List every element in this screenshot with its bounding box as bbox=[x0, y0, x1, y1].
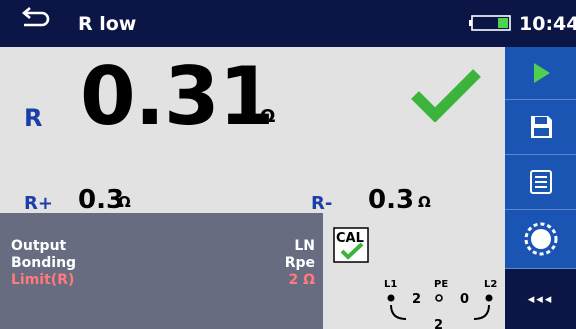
rminus-label: R- bbox=[311, 193, 333, 214]
clock-time: 10:44 bbox=[519, 13, 576, 35]
terminal-pe-label: PE bbox=[434, 279, 448, 290]
cal-icon: CAL bbox=[333, 227, 369, 263]
param-bonding-label: Bonding bbox=[11, 255, 77, 271]
param-limit-label: Limit(R) bbox=[11, 272, 75, 288]
right-toolbar: ◂◂◂ bbox=[505, 47, 576, 329]
terminal-pe-dot bbox=[435, 294, 443, 302]
param-output-value: LN bbox=[294, 238, 315, 254]
rminus-unit: Ω bbox=[418, 193, 431, 211]
r-value: 0.31 bbox=[80, 50, 274, 143]
save-button[interactable] bbox=[505, 100, 576, 155]
param-limit-value: 2 Ω bbox=[288, 272, 315, 288]
play-icon bbox=[533, 63, 550, 83]
terminal-l2-label: L2 bbox=[484, 279, 497, 290]
page-title: R low bbox=[78, 13, 137, 35]
back-arrow-icon[interactable] bbox=[20, 7, 50, 33]
calibrate-icon bbox=[524, 222, 557, 256]
list-icon bbox=[529, 170, 552, 194]
param-output-label: Output bbox=[11, 238, 67, 254]
terminal-l1-label: L1 bbox=[384, 279, 397, 290]
calibrate-button[interactable] bbox=[505, 210, 576, 269]
rplus-label: R+ bbox=[24, 193, 53, 214]
rplus-unit: Ω bbox=[118, 193, 131, 211]
value-l1-pe: 2 bbox=[412, 292, 421, 307]
connection-diagram: L1 PE L2 2 0 2 bbox=[384, 279, 497, 329]
r-label: R bbox=[24, 104, 43, 132]
terminal-l1-dot bbox=[387, 294, 395, 302]
value-l1-l2: 2 bbox=[434, 318, 443, 329]
check-icon bbox=[411, 69, 481, 122]
param-bonding-value: Rpe bbox=[284, 255, 315, 271]
start-measurement-button[interactable] bbox=[505, 47, 576, 100]
results-list-button[interactable] bbox=[505, 155, 576, 210]
more-options-button[interactable]: ◂◂◂ bbox=[505, 269, 576, 329]
r-unit: Ω bbox=[260, 106, 276, 127]
battery-icon bbox=[469, 15, 511, 31]
save-icon bbox=[530, 116, 552, 138]
terminal-l2-dot bbox=[485, 294, 493, 302]
parameter-panel[interactable]: Output LN Bonding Rpe Limit(R) 2 Ω bbox=[0, 213, 323, 329]
value-pe-l2: 0 bbox=[460, 292, 469, 307]
rminus-value: 0.3 bbox=[368, 185, 415, 215]
